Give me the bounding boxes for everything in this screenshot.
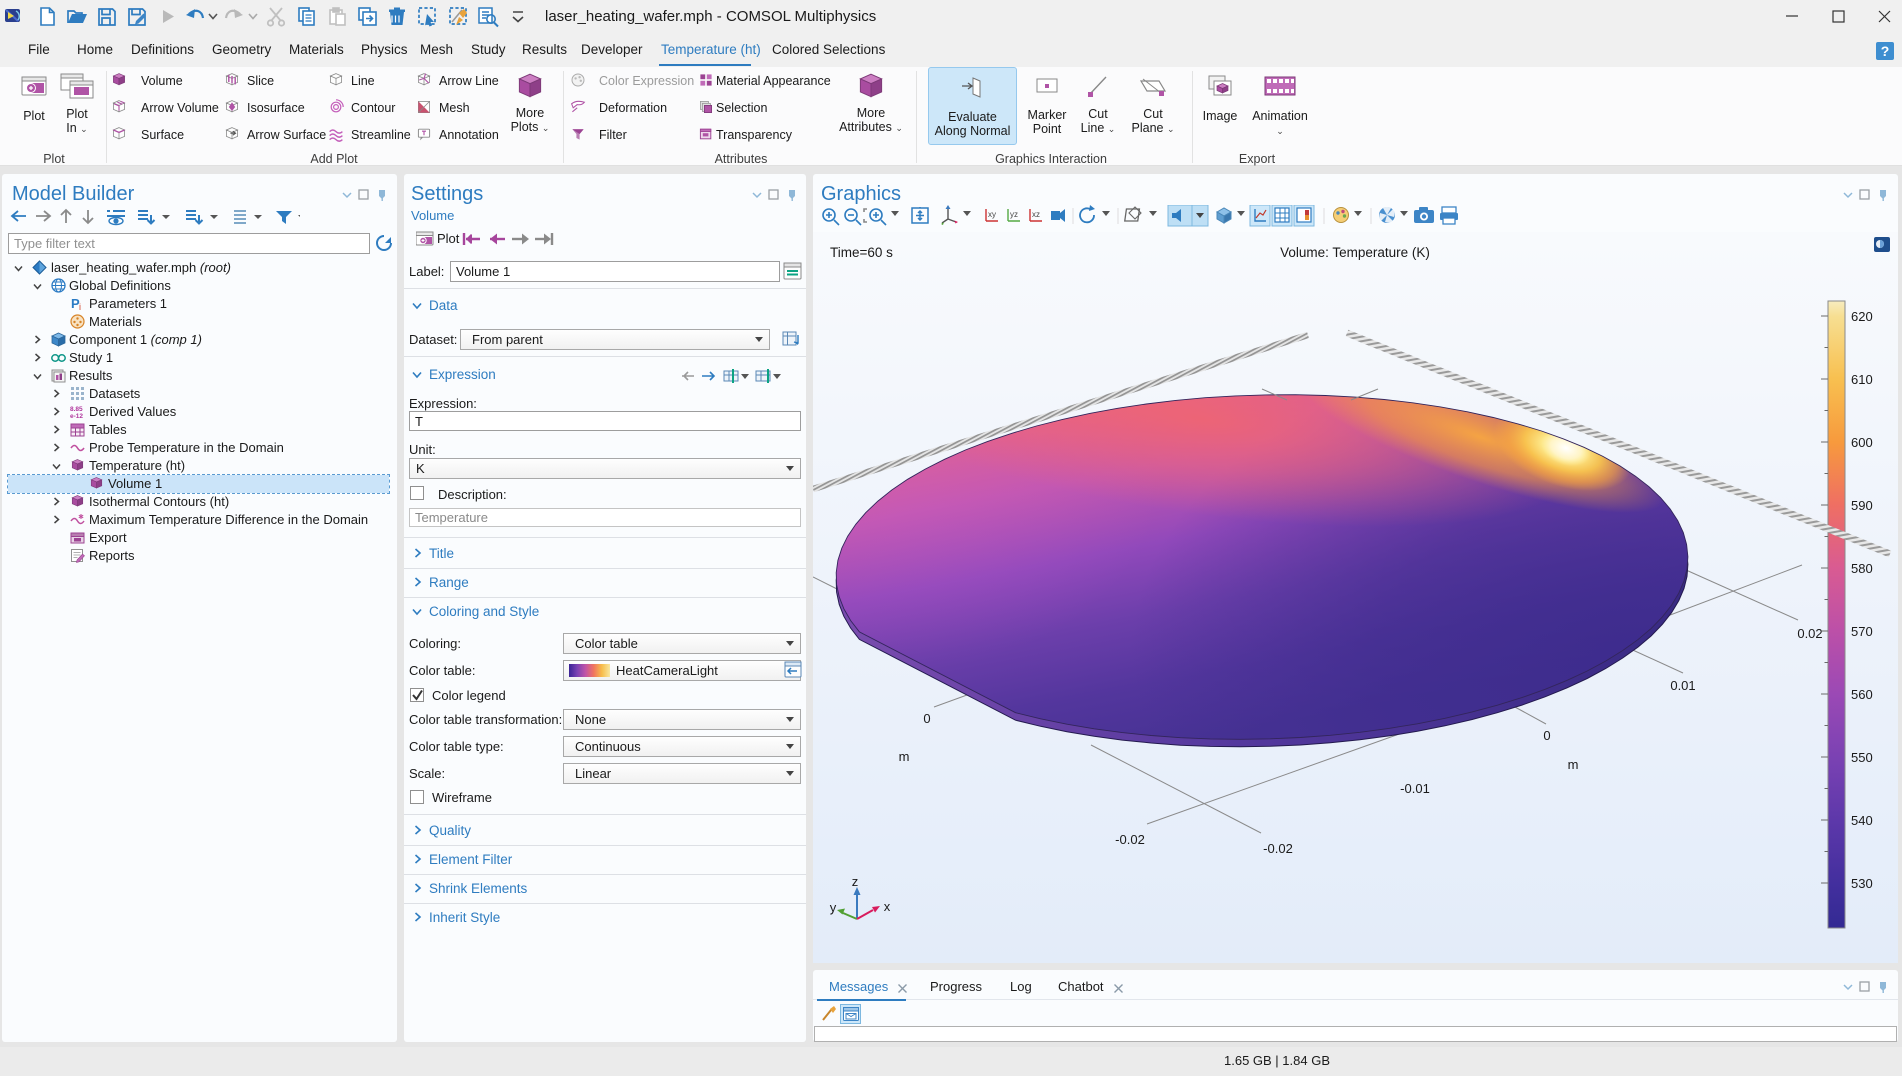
svg-text:xz: xz — [1032, 210, 1040, 219]
svg-text:-0.02: -0.02 — [1263, 841, 1293, 856]
svg-text:e-12: e-12 — [70, 413, 83, 419]
svg-text:Time=60 s: Time=60 s — [830, 245, 893, 260]
svg-text:Volume: Temperature (K): Volume: Temperature (K) — [1280, 245, 1430, 260]
svg-text:610: 610 — [1851, 372, 1873, 387]
svg-text:600: 600 — [1851, 435, 1873, 450]
svg-text:560: 560 — [1851, 687, 1873, 702]
svg-text:z: z — [852, 874, 859, 889]
svg-text:y: y — [830, 900, 837, 915]
svg-text:i: i — [79, 302, 81, 311]
svg-text:-0.01: -0.01 — [1400, 781, 1430, 796]
svg-text:550: 550 — [1851, 750, 1873, 765]
svg-text:xy: xy — [988, 210, 996, 219]
svg-text:0: 0 — [923, 711, 930, 726]
svg-text:m: m — [899, 749, 910, 764]
svg-text:0.02: 0.02 — [1797, 626, 1822, 641]
svg-text:590: 590 — [1851, 498, 1873, 513]
svg-text:0.01: 0.01 — [1670, 678, 1695, 693]
svg-text:-0.02: -0.02 — [1115, 832, 1145, 847]
svg-text:540: 540 — [1851, 813, 1873, 828]
svg-text:570: 570 — [1851, 624, 1873, 639]
svg-text:yz: yz — [1010, 210, 1018, 219]
svg-text:580: 580 — [1851, 561, 1873, 576]
svg-text:x: x — [884, 899, 891, 914]
svg-text:0: 0 — [1543, 728, 1550, 743]
svg-text:m: m — [1568, 757, 1579, 772]
svg-text:620: 620 — [1851, 309, 1873, 324]
svg-text:8.85: 8.85 — [70, 406, 83, 413]
svg-text:530: 530 — [1851, 876, 1873, 891]
